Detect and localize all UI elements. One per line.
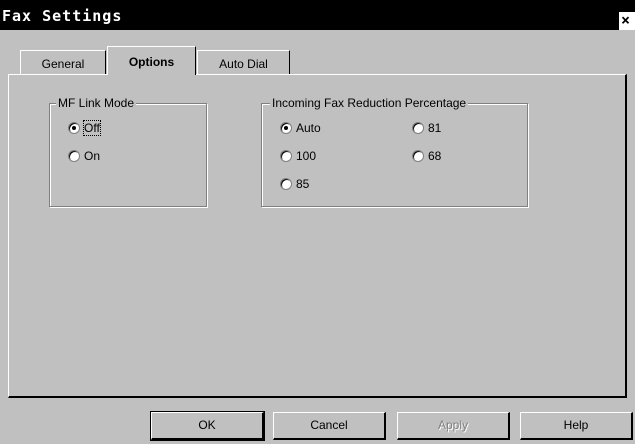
radio-selected-icon xyxy=(68,122,80,134)
cancel-button[interactable]: Cancel xyxy=(273,412,386,440)
reduction-81-label: 81 xyxy=(428,121,442,135)
mf-on-label: On xyxy=(84,149,101,163)
mf-off-label: Off xyxy=(83,120,101,136)
tab-auto-dial[interactable]: Auto Dial xyxy=(197,50,290,74)
radio-unselected-icon xyxy=(280,150,292,162)
close-icon: × xyxy=(621,11,631,29)
tab-general[interactable]: General xyxy=(20,50,106,74)
options-panel: MF Link Mode Off On Incoming Fax Reducti… xyxy=(8,74,627,398)
title-bar: Fax Settings × xyxy=(0,0,635,30)
radio-unselected-icon xyxy=(280,178,292,190)
radio-unselected-icon xyxy=(68,150,80,162)
help-button[interactable]: Help xyxy=(520,412,633,440)
radio-selected-icon xyxy=(280,122,292,134)
fax-reduction-group: Incoming Fax Reduction Percentage Auto 1… xyxy=(261,96,528,207)
tab-auto-dial-label: Auto Dial xyxy=(219,57,268,71)
fax-reduction-title: Incoming Fax Reduction Percentage xyxy=(270,96,469,110)
apply-button[interactable]: Apply xyxy=(397,412,510,440)
ok-button[interactable]: OK xyxy=(150,411,265,441)
radio-unselected-icon xyxy=(412,122,424,134)
window-title: Fax Settings xyxy=(2,7,123,25)
reduction-85-label: 85 xyxy=(296,177,310,191)
tab-options-label: Options xyxy=(128,55,175,69)
tab-options[interactable]: Options xyxy=(107,46,196,75)
radio-unselected-icon xyxy=(412,150,424,162)
mf-link-mode-title: MF Link Mode xyxy=(56,96,137,110)
reduction-68-label: 68 xyxy=(428,149,442,163)
reduction-100-label: 100 xyxy=(296,149,317,163)
tab-general-label: General xyxy=(41,57,85,71)
mf-link-mode-group: MF Link Mode Off On xyxy=(49,96,207,207)
close-button[interactable]: × xyxy=(619,12,635,30)
reduction-auto-label: Auto xyxy=(296,121,321,135)
